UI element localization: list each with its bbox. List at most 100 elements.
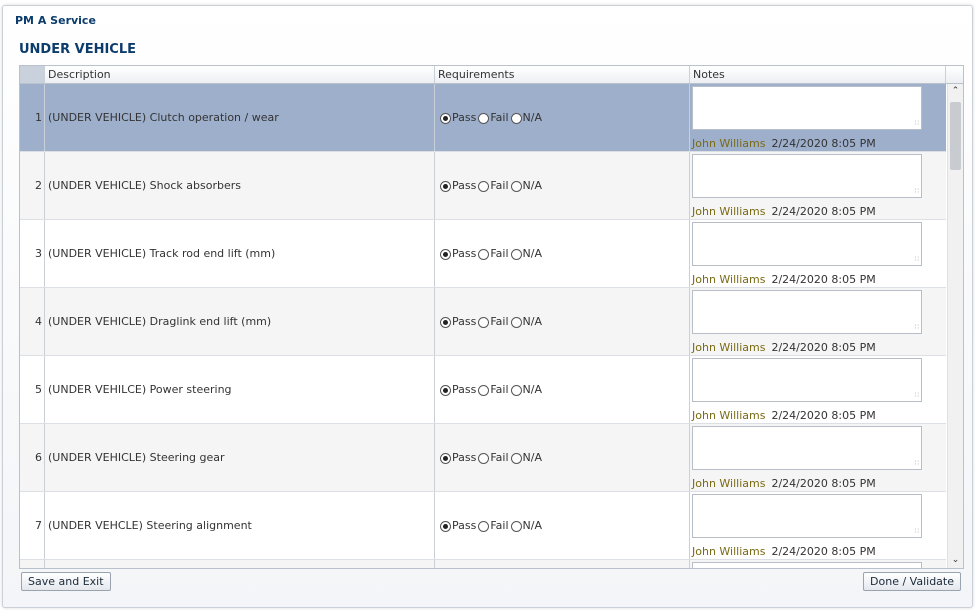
notes-textarea[interactable]: ∷: [692, 86, 922, 130]
row-number: 1: [20, 84, 45, 151]
resize-grip-icon[interactable]: ∷: [915, 392, 919, 399]
notes-textarea[interactable]: ∷: [692, 426, 922, 470]
radio-na[interactable]: [510, 112, 522, 124]
radio-label-fail[interactable]: Fail: [490, 451, 508, 464]
table-row[interactable]: 7 (UNDER VEHCLE) Steering alignment Pass Fa…: [20, 492, 946, 560]
dialog-window: PM A Service UNDER VEHICLE Description R…: [2, 5, 973, 608]
chevron-up-icon[interactable]: ⌃: [948, 84, 963, 99]
column-header-requirements[interactable]: Requirements: [435, 66, 690, 83]
radio-label-fail[interactable]: Fail: [490, 179, 508, 192]
requirements-cell: Pass Fail N/A: [435, 424, 690, 491]
column-header-description[interactable]: Description: [45, 66, 435, 83]
notes-textarea[interactable]: ∷: [692, 562, 922, 568]
radio-label-na[interactable]: N/A: [523, 383, 542, 396]
note-timestamp: 2/24/2020 8:05 PM: [771, 477, 876, 490]
radio-na[interactable]: [510, 384, 522, 396]
note-timestamp: 2/24/2020 8:05 PM: [771, 341, 876, 354]
radio-pass[interactable]: [440, 180, 451, 192]
radio-label-na[interactable]: N/A: [523, 179, 542, 192]
radio-pass[interactable]: [440, 112, 451, 124]
resize-grip-icon[interactable]: ∷: [915, 120, 919, 127]
radio-pass[interactable]: [440, 316, 451, 328]
radio-label-pass[interactable]: Pass: [452, 519, 476, 532]
table-row[interactable]: 3 (UNDER VEHICLE) Track rod end lift (mm)…: [20, 220, 946, 288]
radio-label-na[interactable]: N/A: [523, 519, 542, 532]
note-meta: John Williams 2/24/2020 8:05 PM: [692, 273, 876, 286]
radio-label-na[interactable]: N/A: [523, 451, 542, 464]
table-header: Description Requirements Notes: [20, 66, 963, 84]
table-row[interactable]: 4 (UNDER VEHICLE) Draglink end lift (mm) P…: [20, 288, 946, 356]
radio-label-pass[interactable]: Pass: [452, 451, 476, 464]
note-user: John Williams: [692, 409, 766, 422]
radio-fail[interactable]: [478, 452, 490, 464]
radio-label-pass[interactable]: Pass: [452, 383, 476, 396]
radio-label-na[interactable]: N/A: [523, 111, 542, 124]
radio-na[interactable]: [510, 248, 522, 260]
header-corner: [20, 66, 45, 83]
notes-cell: ∷ John Williams 2/24/2020 8:05 PM: [690, 288, 946, 355]
radio-label-pass[interactable]: Pass: [452, 315, 476, 328]
table-row[interactable]: 6 (UNDER VEHICLE) Steering gear Pass Fail N/…: [20, 424, 946, 492]
note-user: John Williams: [692, 205, 766, 218]
table-row[interactable]: 5 (UNDER VEHILCE) Power steering Pass Fail N…: [20, 356, 946, 424]
save-and-exit-button[interactable]: Save and Exit: [21, 572, 111, 591]
radio-fail[interactable]: [478, 316, 490, 328]
radio-label-pass[interactable]: Pass: [452, 111, 476, 124]
column-header-notes[interactable]: Notes: [690, 66, 946, 83]
row-description: (UNDER VEHILCE) Power steering: [45, 356, 435, 423]
radio-label-fail[interactable]: Fail: [490, 519, 508, 532]
notes-cell: ∷ John Williams 2/24/2020 8:05 PM: [690, 424, 946, 491]
radio-na[interactable]: [510, 520, 522, 532]
radio-fail[interactable]: [478, 112, 490, 124]
vertical-scrollbar[interactable]: ⌃ ⌄: [947, 84, 963, 568]
table-body: 1 (UNDER VEHICLE) Clutch operation / wear…: [20, 84, 946, 568]
notes-textarea[interactable]: ∷: [692, 290, 922, 334]
notes-textarea[interactable]: ∷: [692, 222, 922, 266]
radio-fail[interactable]: [478, 180, 490, 192]
resize-grip-icon[interactable]: ∷: [915, 256, 919, 263]
table-row[interactable]: 1 (UNDER VEHICLE) Clutch operation / wear…: [20, 84, 946, 152]
radio-fail[interactable]: [478, 384, 490, 396]
radio-label-fail[interactable]: Fail: [490, 383, 508, 396]
checklist-table: Description Requirements Notes 1 (UNDER V…: [19, 65, 964, 569]
table-row[interactable]: 2 (UNDER VEHICLE) Shock absorbers Pass Fail…: [20, 152, 946, 220]
done-validate-button[interactable]: Done / Validate: [863, 572, 961, 591]
radio-pass[interactable]: [440, 520, 451, 532]
radio-label-fail[interactable]: Fail: [490, 315, 508, 328]
radio-label-na[interactable]: N/A: [523, 247, 542, 260]
radio-fail[interactable]: [478, 248, 490, 260]
chevron-down-icon[interactable]: ⌄: [948, 553, 963, 568]
note-meta: John Williams 2/24/2020 8:05 PM: [692, 137, 876, 150]
requirements-cell: Pass Fail N/A: [435, 288, 690, 355]
radio-pass[interactable]: [440, 384, 451, 396]
radio-na[interactable]: [510, 452, 522, 464]
row-description: (UNDER VEHICLE) Shock absorbers: [45, 152, 435, 219]
notes-cell: ∷ John Williams 2/24/2020 8:05 PM: [690, 220, 946, 287]
note-timestamp: 2/24/2020 8:05 PM: [771, 273, 876, 286]
requirements-cell: Pass Fail N/A: [435, 220, 690, 287]
resize-grip-icon[interactable]: ∷: [915, 460, 919, 467]
note-timestamp: 2/24/2020 8:05 PM: [771, 137, 876, 150]
notes-textarea[interactable]: ∷: [692, 494, 922, 538]
radio-label-pass[interactable]: Pass: [452, 247, 476, 260]
radio-na[interactable]: [510, 316, 522, 328]
row-description: (UNDER VEHICLE) Clutch operation / wear: [45, 84, 435, 151]
resize-grip-icon[interactable]: ∷: [915, 528, 919, 535]
radio-na[interactable]: [510, 180, 522, 192]
notes-textarea[interactable]: ∷: [692, 358, 922, 402]
resize-grip-icon[interactable]: ∷: [915, 188, 919, 195]
radio-label-pass[interactable]: Pass: [452, 179, 476, 192]
note-timestamp: 2/24/2020 8:05 PM: [771, 205, 876, 218]
radio-label-fail[interactable]: Fail: [490, 111, 508, 124]
requirement-radio-group: Pass Fail N/A: [440, 519, 544, 533]
radio-label-na[interactable]: N/A: [523, 315, 542, 328]
resize-grip-icon[interactable]: ∷: [915, 324, 919, 331]
radio-pass[interactable]: [440, 248, 451, 260]
note-user: John Williams: [692, 545, 766, 558]
radio-label-fail[interactable]: Fail: [490, 247, 508, 260]
radio-pass[interactable]: [440, 452, 451, 464]
radio-fail[interactable]: [478, 520, 490, 532]
table-row[interactable]: ∷: [20, 560, 946, 568]
notes-textarea[interactable]: ∷: [692, 154, 922, 198]
scrollbar-thumb[interactable]: [950, 102, 961, 170]
